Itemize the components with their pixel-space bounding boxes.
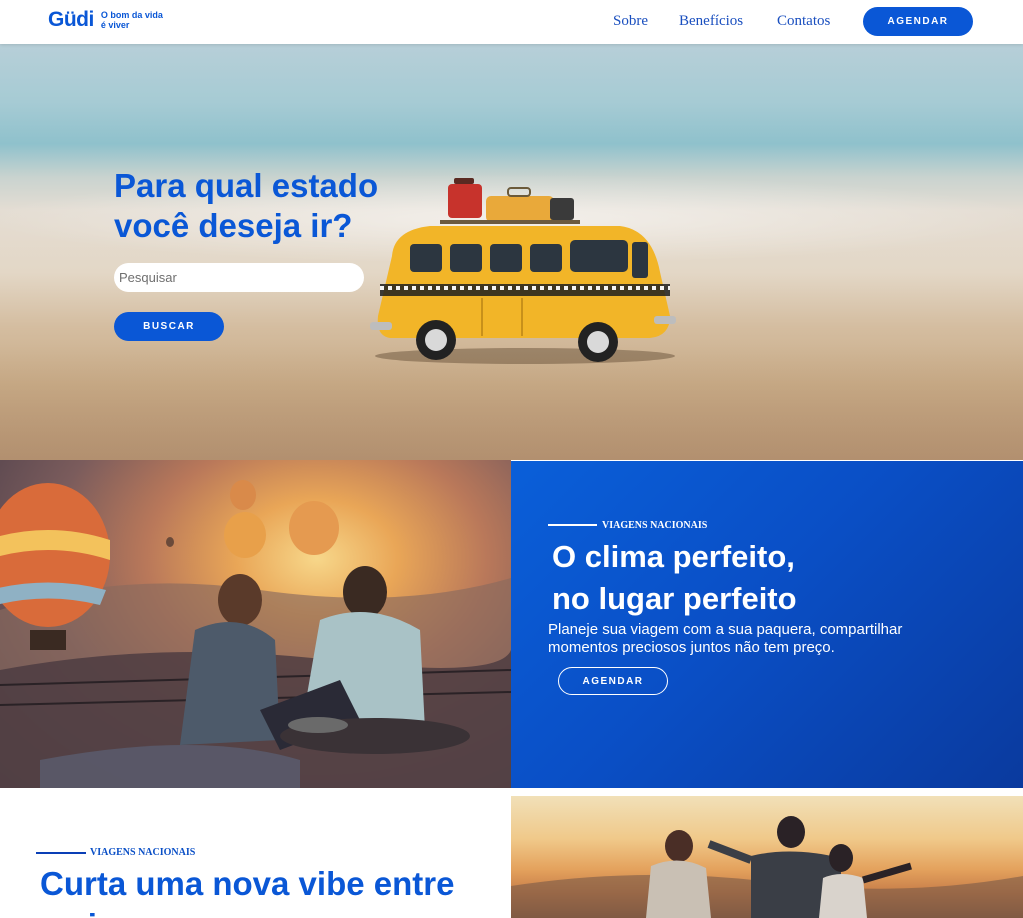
feature-title-line2: no lugar perfeito: [552, 581, 797, 616]
hero-banner: Para qual estado você deseja ir? BUSCAR: [0, 44, 1023, 460]
site-header: Güdi O bom da vida é viver Sobre Benefíc…: [0, 0, 1023, 44]
friends-eyebrow: VIAGENS NACIONAIS: [90, 847, 196, 858]
friends-sunset-photo: [511, 796, 1023, 918]
feature-title: O clima perfeito, no lugar perfeito: [552, 536, 952, 620]
feature-text: Planeje sua viagem com a sua paquera, co…: [548, 621, 903, 656]
eyebrow-line: [548, 524, 597, 526]
nav-link-sobre[interactable]: Sobre: [613, 13, 648, 30]
feature-title-line1: O clima perfeito,: [552, 539, 795, 574]
search-button[interactable]: BUSCAR: [114, 312, 224, 341]
search-input[interactable]: [114, 263, 364, 292]
nav-link-beneficios[interactable]: Benefícios: [679, 13, 743, 30]
logo-tagline: O bom da vida é viver: [100, 10, 163, 30]
eyebrow-line: [36, 852, 86, 854]
friends-title: Curta uma nova vibe entre amigos: [40, 865, 455, 918]
feature-agendar-button[interactable]: AGENDAR: [558, 667, 668, 695]
feature-eyebrow: VIAGENS NACIONAIS: [602, 520, 708, 531]
friends-sunset-illustration: [511, 816, 1023, 918]
hero-title: Para qual estado você deseja ir?: [114, 167, 379, 244]
logo-wordmark: Güdi: [48, 8, 94, 31]
friends-section-text: VIAGENS NACIONAIS Curta uma nova vibe en…: [0, 788, 511, 918]
nav-link-contatos[interactable]: Contatos: [777, 13, 830, 30]
logo[interactable]: Güdi O bom da vida é viver: [48, 8, 165, 32]
feature-panel: VIAGENS NACIONAIS O clima perfeito, no l…: [511, 461, 1023, 788]
couple-balloons-photo: [0, 460, 511, 788]
header-agendar-button[interactable]: AGENDAR: [863, 7, 973, 36]
couple-balloons-illustration: [0, 480, 511, 788]
